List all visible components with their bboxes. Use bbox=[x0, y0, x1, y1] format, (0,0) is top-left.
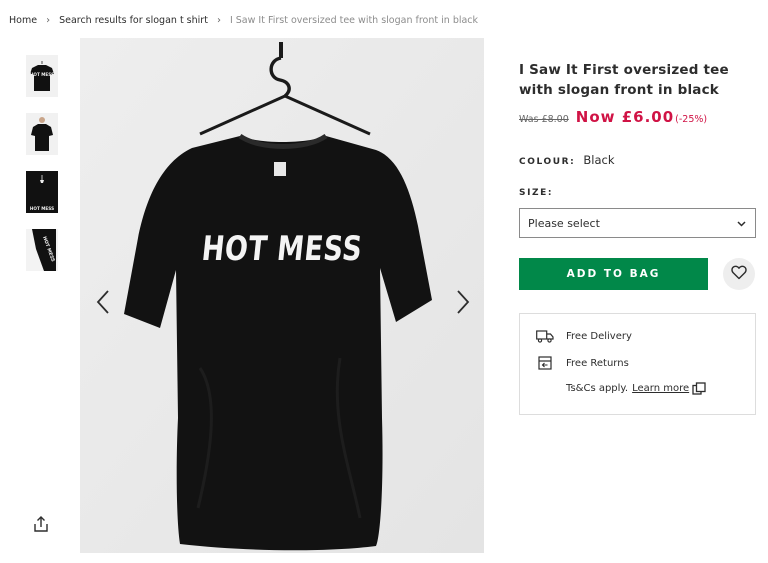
price-row: Was £8.00 Now £6.00 (-25%) bbox=[519, 108, 707, 128]
tcs-row: Ts&Cs apply. Learn more bbox=[566, 382, 706, 395]
was-price: Was £8.00 bbox=[519, 114, 569, 125]
shirt-slogan: HOT MESS bbox=[199, 230, 365, 269]
external-link-icon[interactable] bbox=[692, 382, 706, 395]
tshirt-photo bbox=[80, 38, 484, 553]
main-product-image: HOT MESS bbox=[80, 38, 484, 553]
size-select[interactable]: Please select bbox=[519, 208, 756, 238]
delivery-info-box: Free Delivery Free Returns Ts&Cs apply. … bbox=[519, 313, 756, 415]
free-returns-text: Free Returns bbox=[566, 357, 629, 369]
learn-more-link[interactable]: Learn more bbox=[632, 383, 689, 394]
thumb-slogan: HOT MESS bbox=[30, 206, 54, 211]
save-to-wishlist-button[interactable] bbox=[723, 258, 755, 290]
breadcrumb-home[interactable]: Home bbox=[9, 15, 37, 26]
chevron-right-icon[interactable] bbox=[452, 288, 472, 316]
breadcrumb: Home › Search results for slogan t shirt… bbox=[9, 13, 478, 27]
add-to-bag-button[interactable]: ADD TO BAG bbox=[519, 258, 708, 290]
colour-row: COLOUR: Black bbox=[519, 153, 614, 167]
colour-label: COLOUR: bbox=[519, 157, 576, 167]
now-price: Now £6.00 bbox=[575, 108, 675, 126]
product-title: I Saw It First oversized tee with slogan… bbox=[519, 62, 729, 98]
breadcrumb-search-results[interactable]: Search results for slogan t shirt bbox=[59, 15, 208, 26]
thumb-slogan: HOT MESS bbox=[30, 72, 54, 77]
thumbnail-back[interactable]: HOT MESS bbox=[26, 171, 58, 213]
size-select-value: Please select bbox=[528, 216, 600, 230]
size-label: SIZE: bbox=[519, 188, 554, 198]
free-delivery-text: Free Delivery bbox=[566, 330, 632, 342]
chevron-down-icon bbox=[737, 217, 746, 230]
chevron-left-icon[interactable] bbox=[94, 288, 114, 316]
returns-icon bbox=[536, 356, 554, 370]
breadcrumb-separator: › bbox=[216, 14, 221, 26]
share-icon[interactable] bbox=[33, 515, 49, 533]
heart-icon bbox=[731, 265, 747, 284]
colour-value: Black bbox=[583, 153, 615, 167]
tcs-text: Ts&Cs apply. bbox=[566, 383, 629, 394]
breadcrumb-current: I Saw It First oversized tee with slogan… bbox=[229, 14, 479, 26]
discount-percentage: (-25%) bbox=[675, 114, 708, 125]
breadcrumb-separator: › bbox=[46, 14, 51, 26]
free-delivery-row: Free Delivery bbox=[536, 329, 632, 343]
thumbnail-sleeve[interactable]: HOT MESS bbox=[26, 229, 58, 271]
free-returns-row: Free Returns bbox=[536, 356, 629, 370]
thumbnail-model[interactable] bbox=[26, 113, 58, 155]
truck-icon bbox=[536, 329, 554, 343]
thumbnail-front[interactable]: HOT MESS bbox=[26, 55, 58, 97]
